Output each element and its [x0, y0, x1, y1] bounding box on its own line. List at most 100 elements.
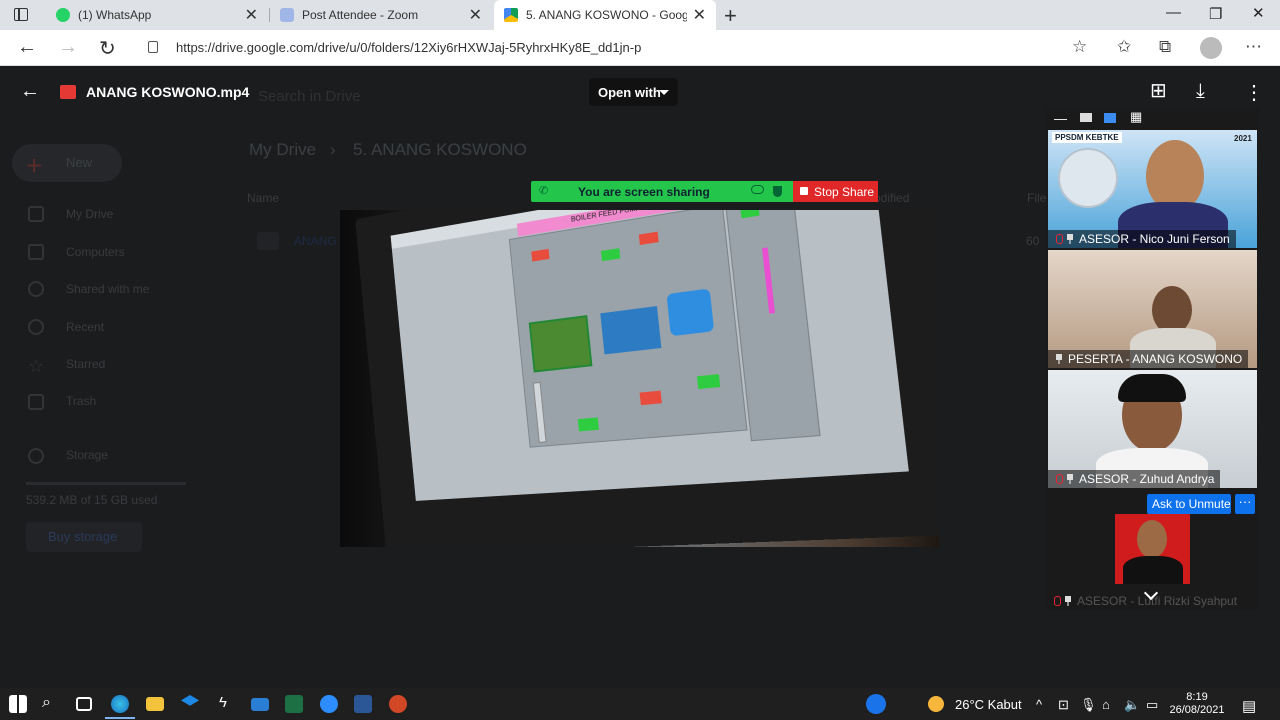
weather-icon[interactable] — [928, 696, 944, 712]
forward-icon[interactable]: → — [58, 36, 78, 59]
url-field[interactable]: https://drive.google.com/drive/u/0/folde… — [176, 40, 641, 55]
minimize-video-icon[interactable]: — — [1054, 111, 1067, 126]
thumbnail-view-icon[interactable] — [1080, 113, 1092, 122]
dropbox-icon[interactable] — [181, 695, 199, 706]
sidebar-item-shared[interactable]: Shared with me — [66, 282, 149, 296]
browser-tab-bar: (1) WhatsApp ✕ Post Attendee - Zoom ✕ 5.… — [0, 0, 1280, 30]
microphone-icon[interactable]: 🎙 — [1080, 697, 1097, 713]
pin-icon — [1067, 474, 1073, 484]
profile-avatar[interactable] — [1200, 37, 1222, 59]
participant-face — [1152, 286, 1192, 334]
help-icon[interactable] — [866, 694, 886, 714]
cloud-icon — [751, 185, 764, 194]
whatsapp-icon — [56, 8, 70, 22]
recent-icon — [28, 319, 44, 335]
sidebar-item-my-drive[interactable]: My Drive — [66, 207, 113, 221]
file-row-name[interactable]: ANANG — [294, 234, 337, 248]
tab-whatsapp[interactable]: (1) WhatsApp ✕ — [46, 0, 268, 30]
close-tab-icon[interactable]: ✕ — [469, 5, 482, 25]
pin-icon — [1065, 596, 1071, 606]
back-arrow-icon[interactable]: ← — [20, 80, 40, 103]
participant-more-button[interactable]: ··· — [1235, 494, 1255, 514]
powerpoint-icon[interactable] — [389, 695, 407, 713]
comment-add-icon[interactable]: ⊞ — [1150, 78, 1167, 103]
search-icon[interactable]: ⌕ — [42, 694, 51, 712]
word-icon[interactable] — [354, 695, 372, 713]
network-icon[interactable]: ⌂ — [1102, 697, 1110, 712]
video-player[interactable]: BOILER FEED PUMP - A — [340, 210, 939, 547]
participant-hair — [1118, 374, 1186, 402]
meet-now-icon[interactable]: ⊡ — [1058, 697, 1069, 713]
stop-share-button[interactable]: Stop Share — [793, 181, 878, 202]
pin-icon — [1056, 354, 1062, 364]
sidebar-item-computers[interactable]: Computers — [66, 245, 125, 259]
mail-icon[interactable] — [251, 698, 269, 711]
notification-icon[interactable]: ▤ — [1242, 697, 1256, 715]
mic-off-icon — [1054, 596, 1061, 606]
participant-tile[interactable]: ASESOR - Zuhud Andrya — [1048, 370, 1257, 488]
open-with-button[interactable]: Open with — [589, 78, 678, 106]
breadcrumb-my-drive[interactable]: My Drive — [249, 140, 316, 160]
zoom-view-toolbar: — ▦ — [1046, 108, 1259, 130]
column-file-size[interactable]: File — [1027, 191, 1046, 205]
minimize-icon[interactable]: — — [1166, 4, 1181, 21]
participant-body — [1123, 556, 1183, 584]
tab-actions-icon[interactable] — [14, 8, 28, 21]
more-vert-icon[interactable]: ⋮ — [1244, 80, 1264, 105]
google-drive-icon — [504, 8, 518, 22]
lock-icon[interactable] — [148, 41, 158, 53]
speaker-view-icon[interactable] — [1104, 113, 1116, 123]
video-file-icon — [257, 232, 279, 250]
gallery-view-icon[interactable]: ▦ — [1130, 109, 1142, 125]
breadcrumb-folder[interactable]: 5. ANANG KOSWONO — [353, 140, 527, 160]
edge-browser-icon[interactable] — [105, 695, 135, 719]
sidebar-item-recent[interactable]: Recent — [66, 320, 104, 334]
screen-share-banner: ✆ You are screen sharing Stop Share — [531, 181, 878, 202]
windows-start-icon[interactable] — [9, 695, 27, 713]
hmi-coupling — [600, 306, 662, 355]
video-file-icon — [60, 85, 76, 99]
collections-icon[interactable]: ⧉ — [1159, 37, 1171, 57]
close-tab-icon[interactable]: ✕ — [245, 5, 258, 25]
battery-icon[interactable]: ▭ — [1146, 697, 1158, 713]
storage-label[interactable]: Storage — [66, 448, 108, 462]
zoom-icon — [280, 8, 294, 22]
bolt-app-icon[interactable]: ϟ — [219, 694, 227, 711]
participant-name: ASESOR - Zuhud Andrya — [1048, 470, 1221, 488]
participant-tile[interactable]: PPSDM KEBTKE 2021 ASESOR - Nico Juni Fer… — [1048, 130, 1257, 248]
mic-off-icon — [1056, 474, 1063, 484]
preview-file-name: ANANG KOSWONO.mp4 — [86, 84, 250, 100]
system-clock[interactable]: 8:19 26/08/2021 — [1166, 691, 1228, 717]
excel-icon[interactable] — [285, 695, 303, 713]
hmi-screen: BOILER FEED PUMP - A — [390, 210, 909, 501]
back-icon[interactable]: ← — [17, 36, 37, 59]
reload-icon[interactable]: ↻ — [99, 36, 116, 61]
screen-sharing-status: You are screen sharing — [578, 185, 710, 199]
plus-icon: + — [26, 150, 43, 181]
hmi-start-indicator — [696, 374, 721, 390]
column-modified[interactable]: odified — [874, 191, 909, 205]
volume-icon[interactable]: 🔈 — [1124, 697, 1140, 713]
add-favorite-icon[interactable]: ☆ — [1072, 37, 1087, 57]
participant-tile[interactable]: PESERTA - ANANG KOSWONO — [1048, 250, 1257, 368]
download-icon[interactable]: ⤓ — [1196, 80, 1205, 103]
tab-google-drive[interactable]: 5. ANANG KOSWONO - Google Dri ✕ — [494, 0, 716, 30]
sidebar-item-starred[interactable]: Starred — [66, 357, 105, 371]
new-tab-button[interactable]: + — [724, 3, 737, 29]
tab-zoom[interactable]: Post Attendee - Zoom ✕ — [270, 0, 492, 30]
weather-text[interactable]: 26°C Kabut — [955, 697, 1022, 712]
show-hidden-icons[interactable]: ^ — [1036, 697, 1042, 712]
column-name[interactable]: Name — [247, 191, 279, 205]
ask-to-unmute-button[interactable]: Ask to Unmute — [1147, 494, 1231, 514]
more-menu-icon[interactable]: ⋯ — [1245, 37, 1262, 57]
buy-storage-button[interactable]: Buy storage — [26, 522, 142, 552]
close-window-icon[interactable]: ✕ — [1252, 4, 1265, 22]
task-view-icon[interactable] — [76, 697, 92, 711]
sidebar-item-trash[interactable]: Trash — [66, 394, 96, 408]
zoom-app-icon[interactable] — [320, 695, 338, 713]
file-explorer-icon[interactable] — [146, 697, 164, 711]
favorites-icon[interactable]: ✩ — [1117, 37, 1131, 57]
maximize-icon[interactable]: ❐ — [1209, 5, 1222, 23]
hmi-start-indicator — [577, 417, 600, 432]
close-tab-icon[interactable]: ✕ — [693, 5, 706, 25]
